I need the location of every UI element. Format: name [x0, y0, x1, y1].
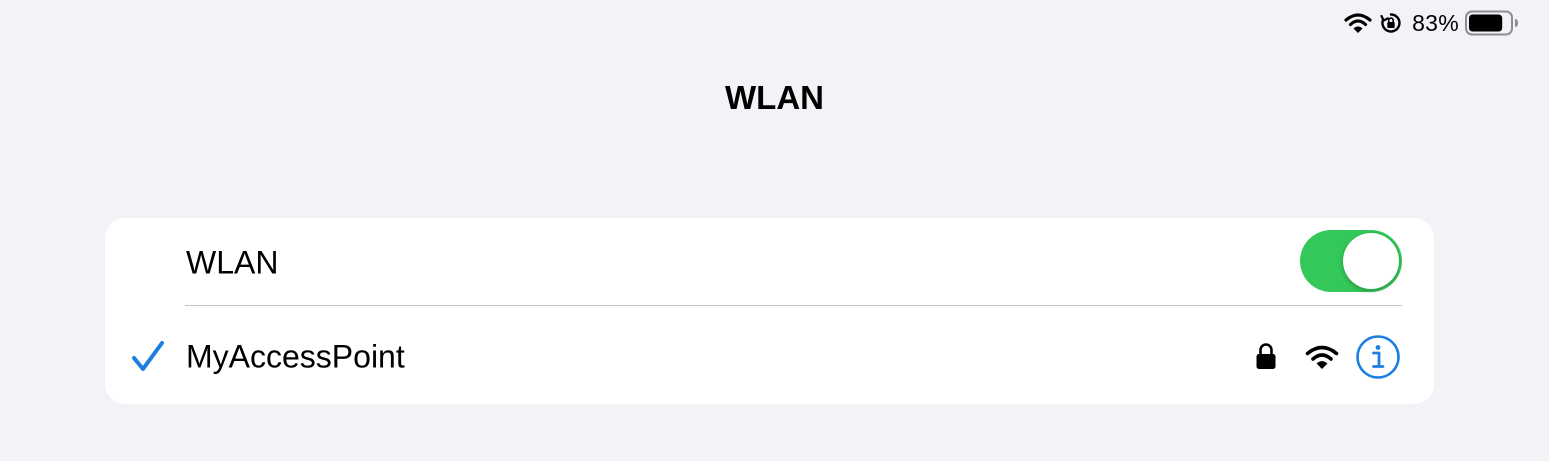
status-bar: 83% — [1344, 8, 1519, 38]
network-row[interactable]: MyAccessPoint — [105, 310, 1434, 404]
battery-icon — [1465, 10, 1518, 36]
checkmark-icon — [132, 341, 164, 371]
row-divider — [185, 305, 1402, 306]
orientation-lock-icon — [1380, 13, 1401, 33]
info-icon[interactable] — [1355, 334, 1401, 380]
wlan-toggle-row: WLAN — [105, 218, 1434, 308]
battery-percentage: 83% — [1412, 9, 1459, 36]
network-name: MyAccessPoint — [186, 338, 405, 375]
wlan-settings-card: WLAN MyAccessPoint — [105, 218, 1434, 404]
lock-icon — [1256, 343, 1276, 369]
toggle-knob — [1343, 233, 1399, 289]
wifi-icon — [1344, 13, 1372, 33]
wlan-label: WLAN — [186, 244, 279, 281]
page-title: WLAN — [725, 79, 824, 116]
wifi-signal-icon — [1305, 345, 1339, 369]
wlan-toggle[interactable] — [1300, 230, 1402, 292]
